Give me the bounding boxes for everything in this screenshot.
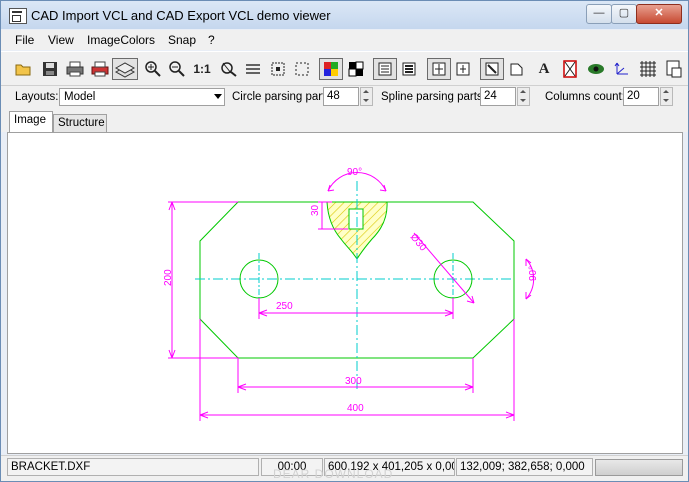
- text-tool-button[interactable]: A: [533, 58, 555, 80]
- layouts-label: Layouts:: [15, 91, 59, 103]
- menu-imagecolors[interactable]: ImageColors: [87, 33, 155, 47]
- progress-bar: [595, 459, 683, 476]
- circle-parts-input[interactable]: 48: [323, 87, 359, 106]
- columns-count-spinner[interactable]: [660, 87, 673, 106]
- spline-parts-input[interactable]: 24: [480, 87, 516, 106]
- snap-point-icon[interactable]: [452, 58, 474, 80]
- circle-parts-label: Circle parsing parts:: [232, 91, 335, 103]
- print-icon[interactable]: [64, 58, 86, 80]
- tab-image[interactable]: Image: [9, 111, 53, 132]
- close-button[interactable]: ✕: [636, 4, 682, 24]
- frame-icon[interactable]: [559, 58, 581, 80]
- menu-bar: File View ImageColors Snap ?: [1, 30, 688, 50]
- dim-height: 200: [163, 269, 174, 286]
- notch-slot: [348, 208, 364, 230]
- print-preview-icon[interactable]: [89, 58, 111, 80]
- eye-icon[interactable]: [585, 58, 607, 80]
- cad-drawing: 90° 30 Ø30 200 90° 250 300 400: [163, 167, 539, 421]
- dim-angle-top: 90°: [347, 167, 362, 178]
- dim-height-small: 30: [310, 204, 321, 216]
- dim-bottom-outer: 400: [347, 403, 364, 414]
- color-mode-icon[interactable]: [319, 58, 343, 80]
- columns-count-label: Columns count:: [545, 91, 625, 103]
- watermark: DEAR DOWNLOAD: [273, 467, 394, 481]
- menu-help[interactable]: ?: [208, 33, 215, 47]
- maximize-button[interactable]: ▢: [611, 4, 637, 24]
- spline-parts-label: Spline parsing parts:: [381, 91, 486, 103]
- toolbar: 1:1 A: [1, 51, 688, 86]
- properties-icon[interactable]: [398, 58, 420, 80]
- chevron-down-icon: [214, 94, 222, 99]
- dim-bottom-inner: 300: [345, 376, 362, 387]
- menu-file[interactable]: File: [15, 33, 34, 47]
- app-window: CAD Import VCL and CAD Export VCL demo v…: [0, 0, 689, 482]
- zoom-out-icon[interactable]: [166, 58, 188, 80]
- dim-diameter: Ø30: [408, 232, 429, 254]
- window-title: CAD Import VCL and CAD Export VCL demo v…: [31, 8, 331, 23]
- minimize-button[interactable]: —: [586, 4, 612, 24]
- tab-strip: Image Structure: [1, 110, 688, 132]
- drawing-canvas[interactable]: 90° 30 Ø30 200 90° 250 300 400: [7, 132, 683, 454]
- fit-window-icon[interactable]: [267, 58, 289, 80]
- background-icon[interactable]: [663, 58, 685, 80]
- shaded-icon[interactable]: [505, 58, 527, 80]
- tab-structure[interactable]: Structure: [53, 114, 107, 132]
- zoom-in-icon[interactable]: [142, 58, 164, 80]
- layouts-value: Model: [64, 91, 96, 103]
- axes-icon[interactable]: [611, 58, 633, 80]
- spline-parts-spinner[interactable]: [517, 87, 530, 106]
- layouts-select[interactable]: Model: [59, 88, 225, 106]
- layers-icon[interactable]: [112, 58, 138, 80]
- status-filename: BRACKET.DXF: [7, 458, 259, 476]
- save-icon[interactable]: [39, 58, 61, 80]
- dim-angle-right: 90°: [528, 266, 539, 281]
- scale-1-1-button[interactable]: 1:1: [190, 58, 214, 80]
- snap-grid-icon[interactable]: [427, 58, 451, 80]
- options-bar: Layouts: Model Circle parsing parts: 48 …: [1, 85, 688, 110]
- status-coords: 132,009; 382,658; 0,000: [456, 458, 593, 476]
- open-icon[interactable]: [13, 58, 35, 80]
- line-weight-icon[interactable]: [480, 58, 504, 80]
- zoom-extents-icon[interactable]: [218, 58, 240, 80]
- app-icon: [9, 8, 27, 24]
- menu-view[interactable]: View: [48, 33, 74, 47]
- black-white-icon[interactable]: [345, 58, 367, 80]
- grid-icon[interactable]: [637, 58, 659, 80]
- select-area-icon[interactable]: [291, 58, 313, 80]
- text-list-icon[interactable]: [373, 58, 397, 80]
- title-bar: CAD Import VCL and CAD Export VCL demo v…: [1, 1, 688, 29]
- columns-count-input[interactable]: 20: [623, 87, 659, 106]
- circle-parts-spinner[interactable]: [360, 87, 373, 106]
- dim-hole-spacing: 250: [276, 301, 293, 312]
- pan-icon[interactable]: [242, 58, 264, 80]
- menu-snap[interactable]: Snap: [168, 33, 196, 47]
